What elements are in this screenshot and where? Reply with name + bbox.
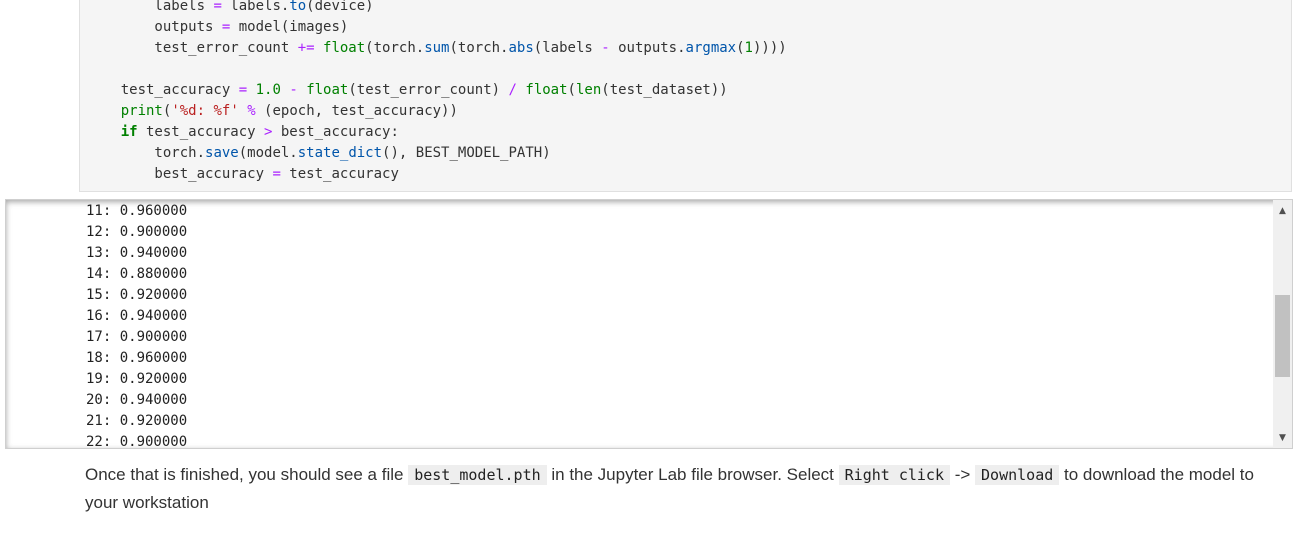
- code-token: labels.: [221, 0, 290, 14]
- code-token: (test_dataset)): [601, 82, 728, 98]
- code-line[interactable]: test_accuracy = 1.0 - float(test_error_c…: [87, 80, 728, 101]
- code-token: (model.: [238, 145, 298, 161]
- code-token: -: [601, 40, 610, 56]
- scroll-thumb[interactable]: [1275, 295, 1290, 377]
- code-token: 1: [744, 40, 753, 56]
- code-token: argmax: [685, 40, 737, 56]
- markdown-text: ->: [949, 465, 976, 484]
- code-token: best_accuracy: [87, 166, 273, 182]
- code-token: =: [272, 166, 281, 182]
- code-token: %: [247, 103, 256, 119]
- code-token: save: [205, 145, 239, 161]
- output-line: 17: 0.900000: [86, 329, 188, 345]
- output-line: 20: 0.940000: [86, 392, 188, 408]
- markdown-cell: Once that is finished, you should see a …: [85, 461, 1275, 517]
- code-token: float: [525, 82, 568, 98]
- output-line: 19: 0.920000: [86, 371, 188, 387]
- code-token: best_accuracy:: [272, 124, 399, 140]
- code-token: (epoch, test_accuracy)): [255, 103, 458, 119]
- output-line: 12: 0.900000: [86, 224, 188, 240]
- code-token: /: [508, 82, 517, 98]
- code-token: test_accuracy: [87, 82, 239, 98]
- code-token: +=: [297, 40, 315, 56]
- code-token: outputs: [87, 19, 222, 35]
- code-token: state_dict: [297, 145, 383, 161]
- output-text: 11: 0.960000 12: 0.900000 13: 0.940000 14: …: [86, 201, 188, 449]
- code-token: test_error_count: [87, 40, 298, 56]
- code-token: (labels: [533, 40, 602, 56]
- output-line: 15: 0.920000: [86, 287, 188, 303]
- scroll-up-icon[interactable]: ▲: [1273, 202, 1292, 219]
- code-token: (: [567, 82, 576, 98]
- code-token: abs: [508, 40, 534, 56]
- code-token: (device): [306, 0, 374, 14]
- code-token: outputs.: [609, 40, 686, 56]
- inline-code-right-click: Right click: [838, 465, 950, 485]
- code-token: (: [736, 40, 745, 56]
- code-token: torch.: [87, 145, 206, 161]
- inline-code-download: Download: [975, 465, 1060, 485]
- code-token: model(images): [230, 19, 349, 35]
- output-line: 18: 0.960000: [86, 350, 188, 366]
- code-line[interactable]: test_error_count += float(torch.sum(torc…: [87, 38, 787, 59]
- code-line[interactable]: if test_accuracy > best_accuracy:: [87, 122, 399, 143]
- code-token: test_accuracy: [137, 124, 265, 140]
- code-token: =: [213, 0, 222, 14]
- code-token: =: [238, 82, 248, 98]
- code-token: '%d: %f': [171, 103, 239, 119]
- scroll-down-icon[interactable]: ▼: [1273, 429, 1292, 446]
- code-token: (), BEST_MODEL_PATH): [382, 145, 551, 161]
- code-token: (torch.: [449, 40, 509, 56]
- code-line[interactable]: best_accuracy = test_accuracy: [87, 164, 399, 185]
- output-line: 11: 0.960000: [86, 203, 188, 219]
- code-token: float: [323, 40, 366, 56]
- code-token: -: [289, 82, 298, 98]
- code-token: float: [306, 82, 349, 98]
- code-token: 1.0: [255, 82, 281, 98]
- code-token: labels: [87, 0, 214, 14]
- code-cell[interactable]: labels = labels.to(device) outputs = mod…: [79, 0, 1292, 192]
- markdown-text: Once that is finished, you should see a …: [85, 465, 409, 484]
- output-line: 13: 0.940000: [86, 245, 188, 261]
- code-line[interactable]: outputs = model(images): [87, 17, 348, 38]
- code-token: if: [120, 124, 138, 140]
- output-line: 16: 0.940000: [86, 308, 188, 324]
- code-token: sum: [424, 40, 450, 56]
- output-line: 21: 0.920000: [86, 413, 188, 429]
- code-line[interactable]: print('%d: %f' % (epoch, test_accuracy)): [87, 101, 458, 122]
- code-token: test_accuracy: [280, 166, 399, 182]
- code-token: (torch.: [365, 40, 425, 56]
- code-token: print: [120, 103, 163, 119]
- output-scrollbar[interactable]: ▲ ▼: [1273, 200, 1292, 448]
- code-token: )))): [752, 40, 787, 56]
- inline-code-filename: best_model.pth: [408, 465, 547, 485]
- markdown-text: in the Jupyter Lab file browser. Select: [546, 465, 839, 484]
- code-line[interactable]: torch.save(model.state_dict(), BEST_MODE…: [87, 143, 551, 164]
- code-token: (test_error_count): [348, 82, 509, 98]
- output-area: 11: 0.960000 12: 0.900000 13: 0.940000 14: …: [5, 199, 1293, 449]
- code-line[interactable]: labels = labels.to(device): [87, 0, 374, 17]
- code-token: len: [575, 82, 602, 98]
- code-token: to: [289, 0, 307, 14]
- output-line: 22: 0.900000: [86, 434, 188, 449]
- output-line: 14: 0.880000: [86, 266, 188, 282]
